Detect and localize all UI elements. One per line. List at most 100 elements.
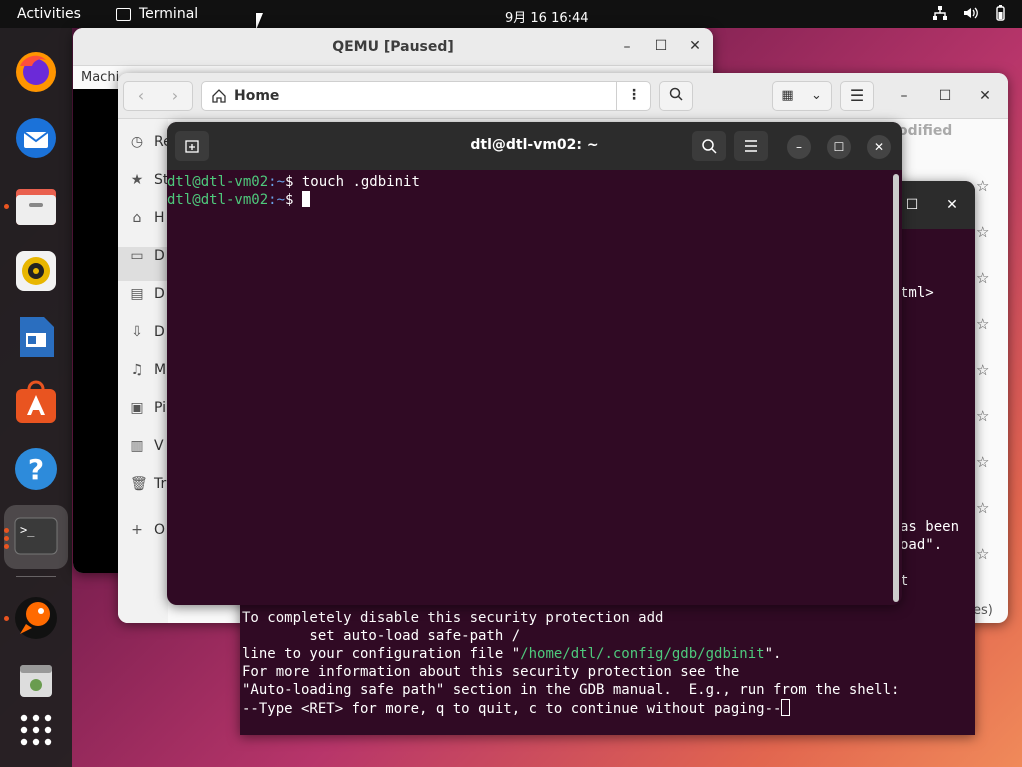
sidebar-item-desktop[interactable]: ▭ D bbox=[130, 245, 164, 267]
star-icon[interactable]: ☆ bbox=[976, 315, 989, 333]
prompt-symbol: $ bbox=[285, 192, 302, 208]
close-icon[interactable]: ✕ bbox=[940, 193, 964, 217]
qemu-titlebar[interactable]: QEMU [Paused] – ☐ ✕ bbox=[73, 28, 713, 66]
minimize-icon[interactable]: – bbox=[615, 35, 639, 59]
sidebar-item-label: D bbox=[154, 324, 165, 340]
minimize-icon[interactable]: – bbox=[892, 84, 916, 108]
show-apps-icon[interactable] bbox=[12, 708, 60, 756]
menu-button[interactable] bbox=[734, 131, 768, 161]
star-icon[interactable]: ☆ bbox=[976, 407, 989, 425]
forward-button[interactable]: › bbox=[158, 82, 192, 110]
app-center-icon[interactable] bbox=[12, 379, 60, 427]
maximize-icon: ☐ bbox=[833, 140, 845, 154]
chevron-down-icon[interactable]: ⌄ bbox=[802, 82, 831, 110]
star-icon[interactable]: ☆ bbox=[976, 545, 989, 563]
files-icon[interactable] bbox=[12, 181, 60, 229]
thunderbird-icon[interactable] bbox=[12, 114, 60, 162]
main-menu-button[interactable]: ☰ bbox=[840, 81, 874, 111]
output-fragment: as been bbox=[900, 519, 960, 535]
sidebar-item-trash[interactable]: 🗑 Tr bbox=[130, 473, 166, 495]
documents-icon: ▤ bbox=[130, 286, 144, 302]
maximize-icon[interactable]: ☐ bbox=[900, 193, 924, 217]
back-button[interactable]: ‹ bbox=[124, 82, 158, 110]
terminal-window: dtl@dtl-vm02: ~ – ☐ ✕ dtl@dtl-vm02:~$ to… bbox=[167, 122, 902, 605]
prompt-symbol: $ bbox=[285, 174, 302, 190]
files-sidebar: ◷ Re ★ St ⌂ H ▭ D ▤ D ⇩ D ♫ M ▣ Pi ▥ V 🗑 Tr + O bbox=[118, 119, 172, 623]
sidebar-item-pictures[interactable]: ▣ Pi bbox=[130, 397, 166, 419]
search-button[interactable] bbox=[659, 81, 693, 111]
maximize-icon[interactable]: ☐ bbox=[933, 84, 957, 108]
gdb-output-line: "Auto-loading safe path" section in the … bbox=[242, 682, 900, 698]
star-icon[interactable]: ☆ bbox=[976, 223, 989, 241]
grid-view-icon[interactable]: ▦ bbox=[773, 82, 802, 110]
sidebar-item-starred[interactable]: ★ St bbox=[130, 169, 169, 191]
path-bar[interactable]: Home bbox=[201, 81, 651, 111]
music-icon: ♫ bbox=[130, 362, 144, 378]
star-icon[interactable]: ☆ bbox=[976, 177, 989, 195]
top-bar: Activities Terminal 9月 16 16:44 bbox=[0, 0, 1022, 28]
view-toggle[interactable]: ▦ ⌄ bbox=[772, 81, 832, 111]
terminal-icon[interactable]: >_ bbox=[12, 512, 60, 560]
star-icon[interactable]: ☆ bbox=[976, 269, 989, 287]
app-menu-label: Terminal bbox=[139, 6, 199, 22]
sidebar-item-home[interactable]: ⌂ H bbox=[130, 207, 165, 229]
rhythmbox-icon[interactable] bbox=[12, 247, 60, 295]
sidebar-item-other-locations[interactable]: + O bbox=[130, 519, 165, 541]
path-menu-button[interactable]: ⋮ bbox=[616, 81, 651, 111]
maximize-icon[interactable]: ☐ bbox=[649, 34, 673, 58]
path-label: Home bbox=[234, 88, 280, 104]
terminal-body[interactable]: dtl@dtl-vm02:~$ touch .gdbinit dtl@dtl-v… bbox=[167, 170, 894, 605]
help-icon[interactable]: ? bbox=[12, 445, 60, 493]
star-icon[interactable]: ☆ bbox=[976, 499, 989, 517]
output-fragment: oad". bbox=[900, 537, 943, 553]
recent-icon: ◷ bbox=[130, 134, 144, 150]
close-icon: ✕ bbox=[873, 140, 885, 154]
running-indicator bbox=[4, 536, 9, 541]
sidebar-item-music[interactable]: ♫ M bbox=[130, 359, 166, 381]
gdb-output-line: For more information about this security… bbox=[242, 664, 740, 680]
maximize-button[interactable]: ☐ bbox=[827, 135, 851, 159]
downloads-icon: ⇩ bbox=[131, 324, 143, 340]
scrollbar[interactable] bbox=[893, 174, 899, 602]
sidebar-item-downloads[interactable]: ⇩ D bbox=[130, 321, 165, 343]
dock-separator bbox=[16, 576, 56, 577]
qemu-menu-machine[interactable]: Machi bbox=[81, 70, 119, 85]
home-icon bbox=[212, 89, 226, 103]
prompt-user: dtl@dtl-vm02 bbox=[167, 192, 269, 208]
sidebar-item-videos[interactable]: ▥ V bbox=[130, 435, 163, 457]
close-icon[interactable]: ✕ bbox=[683, 34, 707, 58]
app-menu[interactable]: Terminal bbox=[116, 6, 198, 22]
gdb-pager-line[interactable]: --Type <RET> for more, q to quit, c to c… bbox=[242, 699, 791, 718]
terminal-titlebar[interactable]: dtl@dtl-vm02: ~ – ☐ ✕ bbox=[167, 122, 902, 170]
sidebar-item-recent[interactable]: ◷ Re bbox=[130, 131, 172, 153]
search-button[interactable] bbox=[692, 131, 726, 161]
clock[interactable]: 9月 16 16:44 bbox=[505, 7, 589, 26]
sidebar-item-documents[interactable]: ▤ D bbox=[130, 283, 165, 305]
gdb-output-line: line to your configuration file "/home/d… bbox=[242, 646, 782, 662]
libreoffice-writer-icon[interactable] bbox=[12, 313, 60, 361]
close-button[interactable]: ✕ bbox=[867, 135, 891, 159]
config-path: /home/dtl/.config/gdb/gdbinit bbox=[520, 646, 765, 662]
qemu-icon[interactable] bbox=[12, 594, 60, 642]
prompt-path: :~ bbox=[268, 192, 286, 208]
trash-icon[interactable] bbox=[12, 657, 60, 705]
firefox-icon[interactable] bbox=[12, 48, 60, 96]
trash-icon: 🗑 bbox=[130, 476, 148, 492]
search-icon bbox=[669, 87, 683, 101]
files-headerbar[interactable]: ‹ › Home ⋮ ▦ ⌄ ☰ – ☐ ✕ bbox=[118, 73, 1008, 119]
star-icon[interactable]: ☆ bbox=[976, 453, 989, 471]
star-icon[interactable]: ☆ bbox=[976, 361, 989, 379]
network-icon bbox=[932, 5, 948, 21]
activities-button[interactable]: Activities bbox=[17, 6, 81, 22]
running-indicator bbox=[4, 204, 9, 209]
column-header-modified[interactable]: odified bbox=[898, 123, 952, 139]
close-icon[interactable]: ✕ bbox=[973, 84, 997, 108]
nav-buttons: ‹ › bbox=[123, 81, 193, 111]
system-tray[interactable] bbox=[932, 5, 1008, 21]
sidebar-item-label: D bbox=[154, 286, 165, 302]
prompt-user: dtl@dtl-vm02 bbox=[167, 174, 269, 190]
volume-icon bbox=[962, 5, 978, 21]
minimize-button[interactable]: – bbox=[787, 135, 811, 159]
home-icon: ⌂ bbox=[132, 210, 142, 226]
sidebar-item-label: M bbox=[154, 362, 167, 378]
